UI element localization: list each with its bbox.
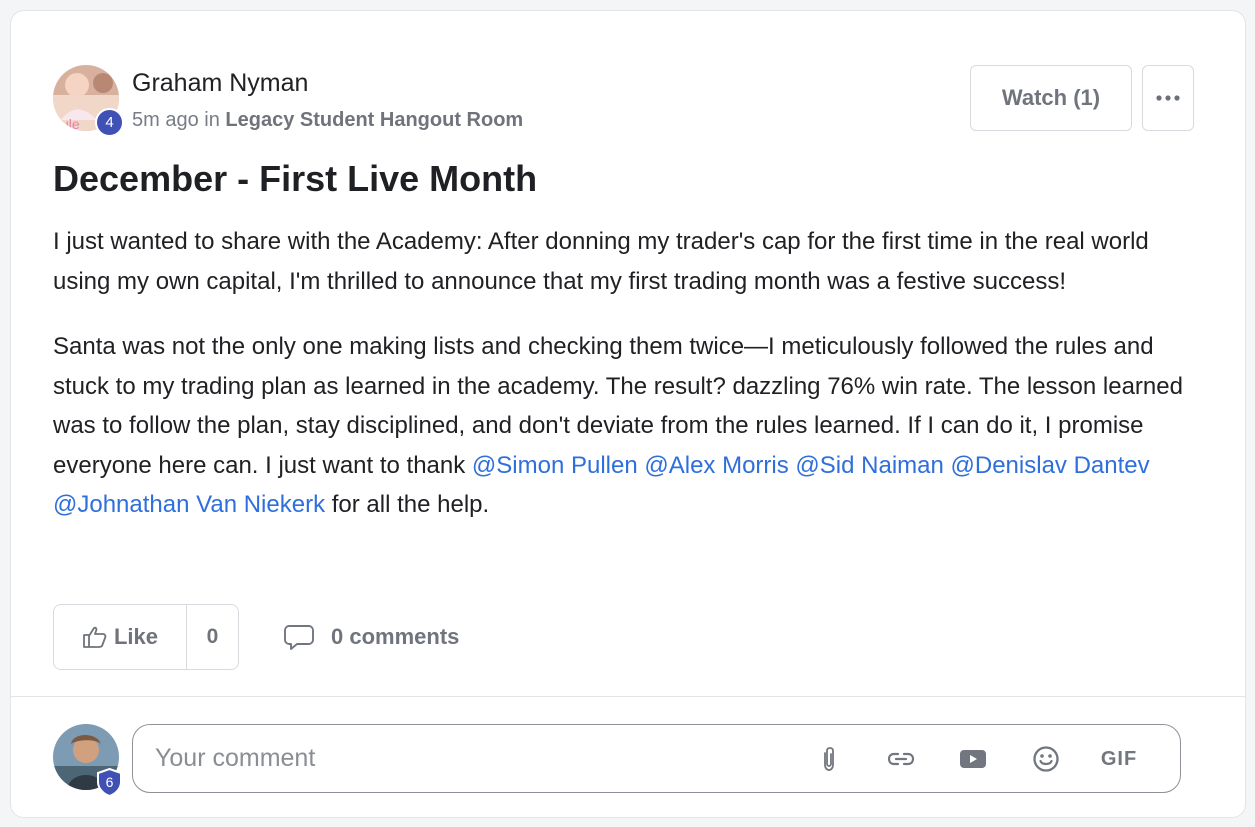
- post-title: December - First Live Month: [53, 158, 538, 199]
- emoji-icon[interactable]: [1030, 744, 1062, 774]
- post-room-prefix: in: [204, 109, 220, 131]
- comment-composer: GIF: [132, 724, 1181, 793]
- post-time: 5m ago: [132, 109, 199, 131]
- ellipsis-icon: [1156, 95, 1180, 101]
- mention-link[interactable]: @Denislav Dantev: [951, 452, 1150, 479]
- post-room-link[interactable]: Legacy Student Hangout Room: [225, 109, 523, 131]
- mention-link[interactable]: @Alex Morris: [644, 452, 788, 479]
- post-paragraph-end: for all the help.: [331, 491, 490, 518]
- author-name[interactable]: Graham Nyman: [132, 69, 308, 98]
- gif-button[interactable]: GIF: [1096, 744, 1142, 774]
- author-level-badge: 4: [95, 108, 124, 137]
- mention-link[interactable]: @Johnathan Van Niekerk: [53, 491, 325, 518]
- post-meta: 5m ago in Legacy Student Hangout Room: [132, 109, 523, 132]
- comments-link[interactable]: 0 comments: [283, 621, 459, 653]
- link-icon[interactable]: [885, 744, 917, 774]
- like-label: Like: [113, 624, 159, 649]
- like-button[interactable]: Like: [54, 605, 187, 669]
- post-card: ule 4 Graham Nyman 5m ago in Legacy Stud…: [10, 10, 1246, 818]
- comment-bubble-icon: [284, 625, 314, 650]
- post-body: I just wanted to share with the Academy:…: [53, 222, 1203, 551]
- user-level-number: 6: [105, 774, 114, 790]
- post-paragraph: Santa was not the only one making lists …: [53, 327, 1203, 525]
- more-options-button[interactable]: [1142, 65, 1194, 131]
- paperclip-icon[interactable]: [813, 744, 845, 774]
- reactions-group: Like 0: [53, 604, 239, 670]
- mention-link[interactable]: @Simon Pullen: [472, 452, 638, 479]
- comment-input[interactable]: [155, 725, 795, 792]
- comments-count-label: 0 comments: [331, 624, 460, 649]
- svg-text:ule: ule: [61, 116, 80, 131]
- thumbs-up-icon: [83, 626, 107, 648]
- youtube-icon[interactable]: [957, 744, 989, 774]
- watch-button[interactable]: Watch (1): [970, 65, 1132, 131]
- user-level-badge: 6: [96, 768, 123, 797]
- section-divider: [11, 696, 1245, 697]
- mention-link[interactable]: @Sid Naiman: [795, 452, 943, 479]
- like-count: 0: [206, 625, 219, 648]
- post-paragraph: I just wanted to share with the Academy:…: [53, 228, 1149, 295]
